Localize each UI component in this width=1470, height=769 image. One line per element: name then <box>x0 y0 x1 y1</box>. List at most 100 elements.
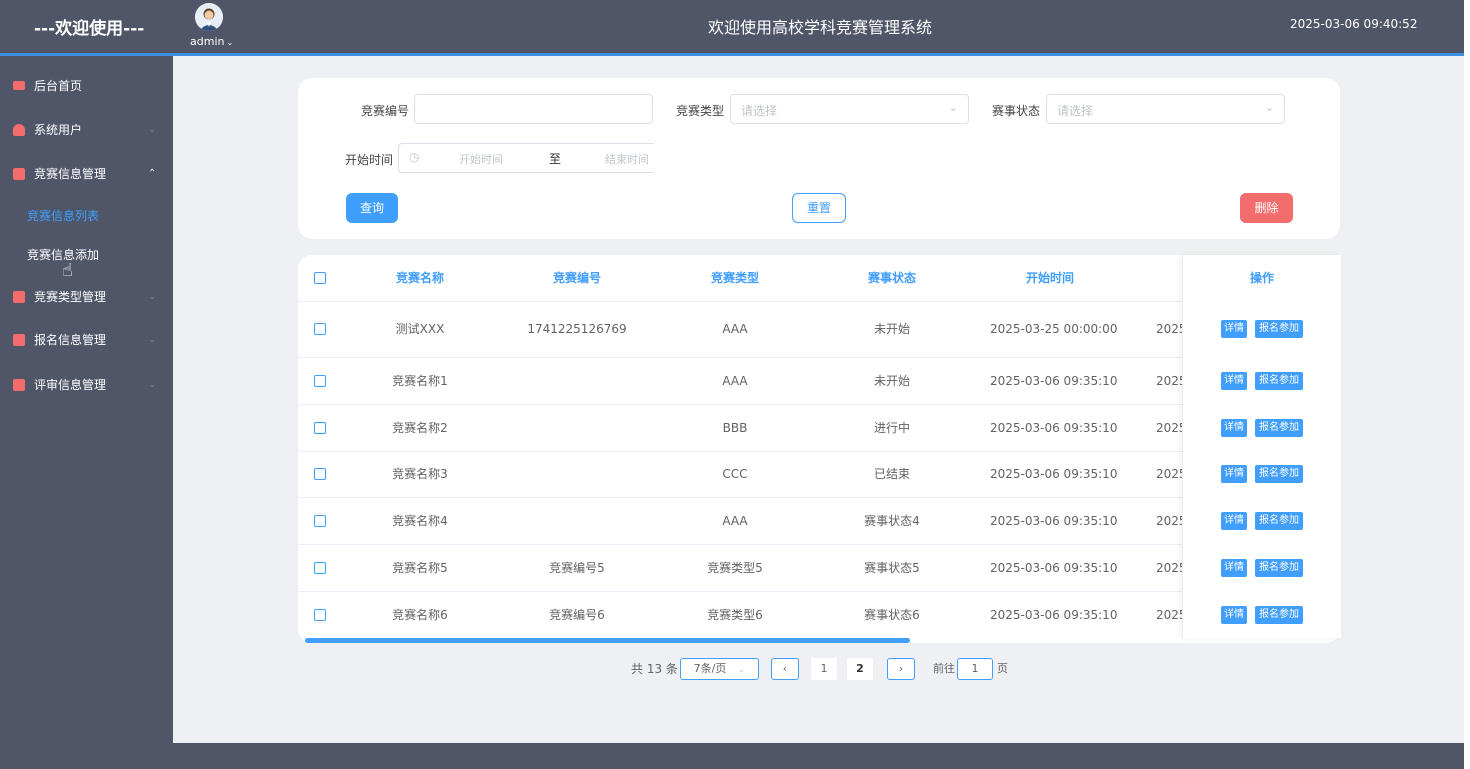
chevron-down-icon: ⌄ <box>148 379 157 390</box>
register-button[interactable]: 报名参加 <box>1255 418 1303 437</box>
col-header-code[interactable]: 竞赛编号 <box>527 269 627 286</box>
cell-start-time: 2025-03-25 00:00:00 <box>990 322 1118 336</box>
code-input[interactable] <box>414 94 653 124</box>
chevron-down-icon: ⌄ <box>226 38 234 47</box>
col-header-name[interactable]: 竞赛名称 <box>370 269 470 286</box>
col-header-start-time[interactable]: 开始时间 <box>1000 269 1100 286</box>
register-button[interactable]: 报名参加 <box>1255 511 1303 530</box>
cell-status: 未开始 <box>873 322 910 336</box>
page-size-value: 7条/页 <box>693 662 727 675</box>
status-select[interactable]: 请选择 ⌄ <box>1046 94 1285 124</box>
cell-type: 竞赛类型6 <box>707 607 763 622</box>
row-checkbox[interactable] <box>314 468 326 480</box>
chevron-down-icon: ⌄ <box>148 291 157 302</box>
chart-icon <box>13 291 25 303</box>
status-label: 赛事状态 <box>992 104 1041 118</box>
user-avatar[interactable] <box>195 3 223 31</box>
bottom-bar <box>173 743 1464 769</box>
clock-icon: ◷ <box>409 150 420 164</box>
date-range-picker[interactable]: ◷ 开始时间 至 结束时间 <box>398 143 654 173</box>
next-page-button[interactable]: › <box>887 658 915 680</box>
detail-button[interactable]: 详情 <box>1221 558 1247 577</box>
register-button[interactable]: 报名参加 <box>1255 465 1303 483</box>
register-button[interactable]: 报名参加 <box>1255 371 1303 390</box>
user-menu[interactable]: admin ⌄ <box>190 35 233 48</box>
page-number-1[interactable]: 1 <box>811 658 837 680</box>
cell-code: 1741225126769 <box>527 322 627 336</box>
sidebar-item-label: 后台首页 <box>34 79 83 93</box>
type-select[interactable]: 请选择 ⌄ <box>730 94 969 124</box>
sidebar-item-label: 竞赛类型管理 <box>34 290 107 304</box>
cell-status: 已结束 <box>873 467 910 481</box>
cell-start-time: 2025-03-06 09:35:10 <box>990 607 1118 622</box>
chevron-down-icon: ⌄ <box>148 334 157 345</box>
row-checkbox[interactable] <box>314 323 326 335</box>
sidebar-item-competition-info[interactable]: 竞赛信息管理 ⌃ <box>0 154 173 194</box>
actions-column <box>1182 255 1341 638</box>
col-header-type[interactable]: 竞赛类型 <box>685 269 785 286</box>
time-label: 开始时间 <box>345 153 394 167</box>
chevron-down-icon: ⌄ <box>1264 101 1274 114</box>
detail-button[interactable]: 详情 <box>1221 320 1247 338</box>
page-size-select[interactable]: 7条/页 ⌄ <box>680 658 759 680</box>
col-header-status[interactable]: 赛事状态 <box>842 269 942 286</box>
cell-name: 竞赛名称4 <box>392 513 448 528</box>
range-separator: 至 <box>549 152 562 166</box>
horizontal-scrollbar[interactable] <box>305 638 910 643</box>
select-all-checkbox[interactable] <box>314 272 326 284</box>
cell-status: 未开始 <box>873 373 910 388</box>
sidebar-subitem-competition-list[interactable]: 竞赛信息列表 <box>27 207 99 224</box>
cell-name: 竞赛名称2 <box>392 420 448 435</box>
sidebar-item-label: 评审信息管理 <box>34 378 107 392</box>
cell-type: AAA <box>722 322 748 336</box>
chevron-left-icon: ‹ <box>782 662 788 675</box>
row-checkbox[interactable] <box>314 421 326 434</box>
register-button[interactable]: 报名参加 <box>1255 558 1303 577</box>
system-title: 欢迎使用高校学科竞赛管理系统 <box>708 18 933 37</box>
delete-button[interactable]: 删除 <box>1240 193 1293 223</box>
sidebar-item-home[interactable]: 后台首页 <box>0 66 173 106</box>
start-time-placeholder: 开始时间 <box>459 153 503 166</box>
chevron-right-icon: › <box>898 662 904 675</box>
reset-button[interactable]: 重置 <box>792 193 846 223</box>
type-placeholder: 请选择 <box>741 104 778 118</box>
col-header-actions: 操作 <box>1249 271 1274 285</box>
sidebar-item-system-users[interactable]: 系统用户 ⌄ <box>0 110 173 150</box>
page-unit: 页 <box>997 662 1008 675</box>
sidebar-item-label: 竞赛信息管理 <box>34 167 107 181</box>
cell-status: 赛事状态6 <box>864 607 920 622</box>
cell-name: 测试XXX <box>395 322 445 336</box>
row-checkbox[interactable] <box>314 514 326 527</box>
row-checkbox[interactable] <box>314 608 326 621</box>
detail-button[interactable]: 详情 <box>1221 465 1247 483</box>
sidebar-item-competition-type[interactable]: 竞赛类型管理 ⌄ <box>0 277 173 317</box>
cell-start-time: 2025-03-06 09:35:10 <box>990 513 1118 528</box>
page-number-2[interactable]: 2 <box>847 658 873 680</box>
sidebar: 后台首页 系统用户 ⌄ 竞赛信息管理 ⌃ 竞赛信息列表 竞赛信息添加 竞赛类型管… <box>0 56 173 769</box>
register-button[interactable]: 报名参加 <box>1255 605 1303 624</box>
cell-name: 竞赛名称3 <box>392 467 448 481</box>
detail-button[interactable]: 详情 <box>1221 605 1247 624</box>
row-checkbox[interactable] <box>314 374 326 387</box>
detail-button[interactable]: 详情 <box>1221 418 1247 437</box>
user-icon <box>13 124 25 136</box>
cell-code: 竞赛编号5 <box>549 560 605 575</box>
sidebar-item-label: 报名信息管理 <box>34 333 107 347</box>
detail-button[interactable]: 详情 <box>1221 371 1247 390</box>
query-button[interactable]: 查询 <box>346 193 398 223</box>
row-checkbox[interactable] <box>314 561 326 574</box>
end-time-placeholder: 结束时间 <box>605 153 649 166</box>
goto-page-input[interactable]: 1 <box>957 658 993 680</box>
prev-page-button[interactable]: ‹ <box>771 658 799 680</box>
monitor-icon <box>13 81 25 90</box>
cell-code: 竞赛编号6 <box>549 607 605 622</box>
sidebar-item-registration[interactable]: 报名信息管理 ⌄ <box>0 320 173 360</box>
sidebar-item-review[interactable]: 评审信息管理 ⌄ <box>0 365 173 405</box>
brand-text: ---欢迎使用--- <box>34 19 145 39</box>
cell-name: 竞赛名称6 <box>392 607 448 622</box>
status-placeholder: 请选择 <box>1057 104 1094 118</box>
cell-status: 赛事状态5 <box>864 560 920 575</box>
detail-button[interactable]: 详情 <box>1221 511 1247 530</box>
goto-label: 前往 <box>933 662 955 675</box>
register-button[interactable]: 报名参加 <box>1255 320 1303 338</box>
